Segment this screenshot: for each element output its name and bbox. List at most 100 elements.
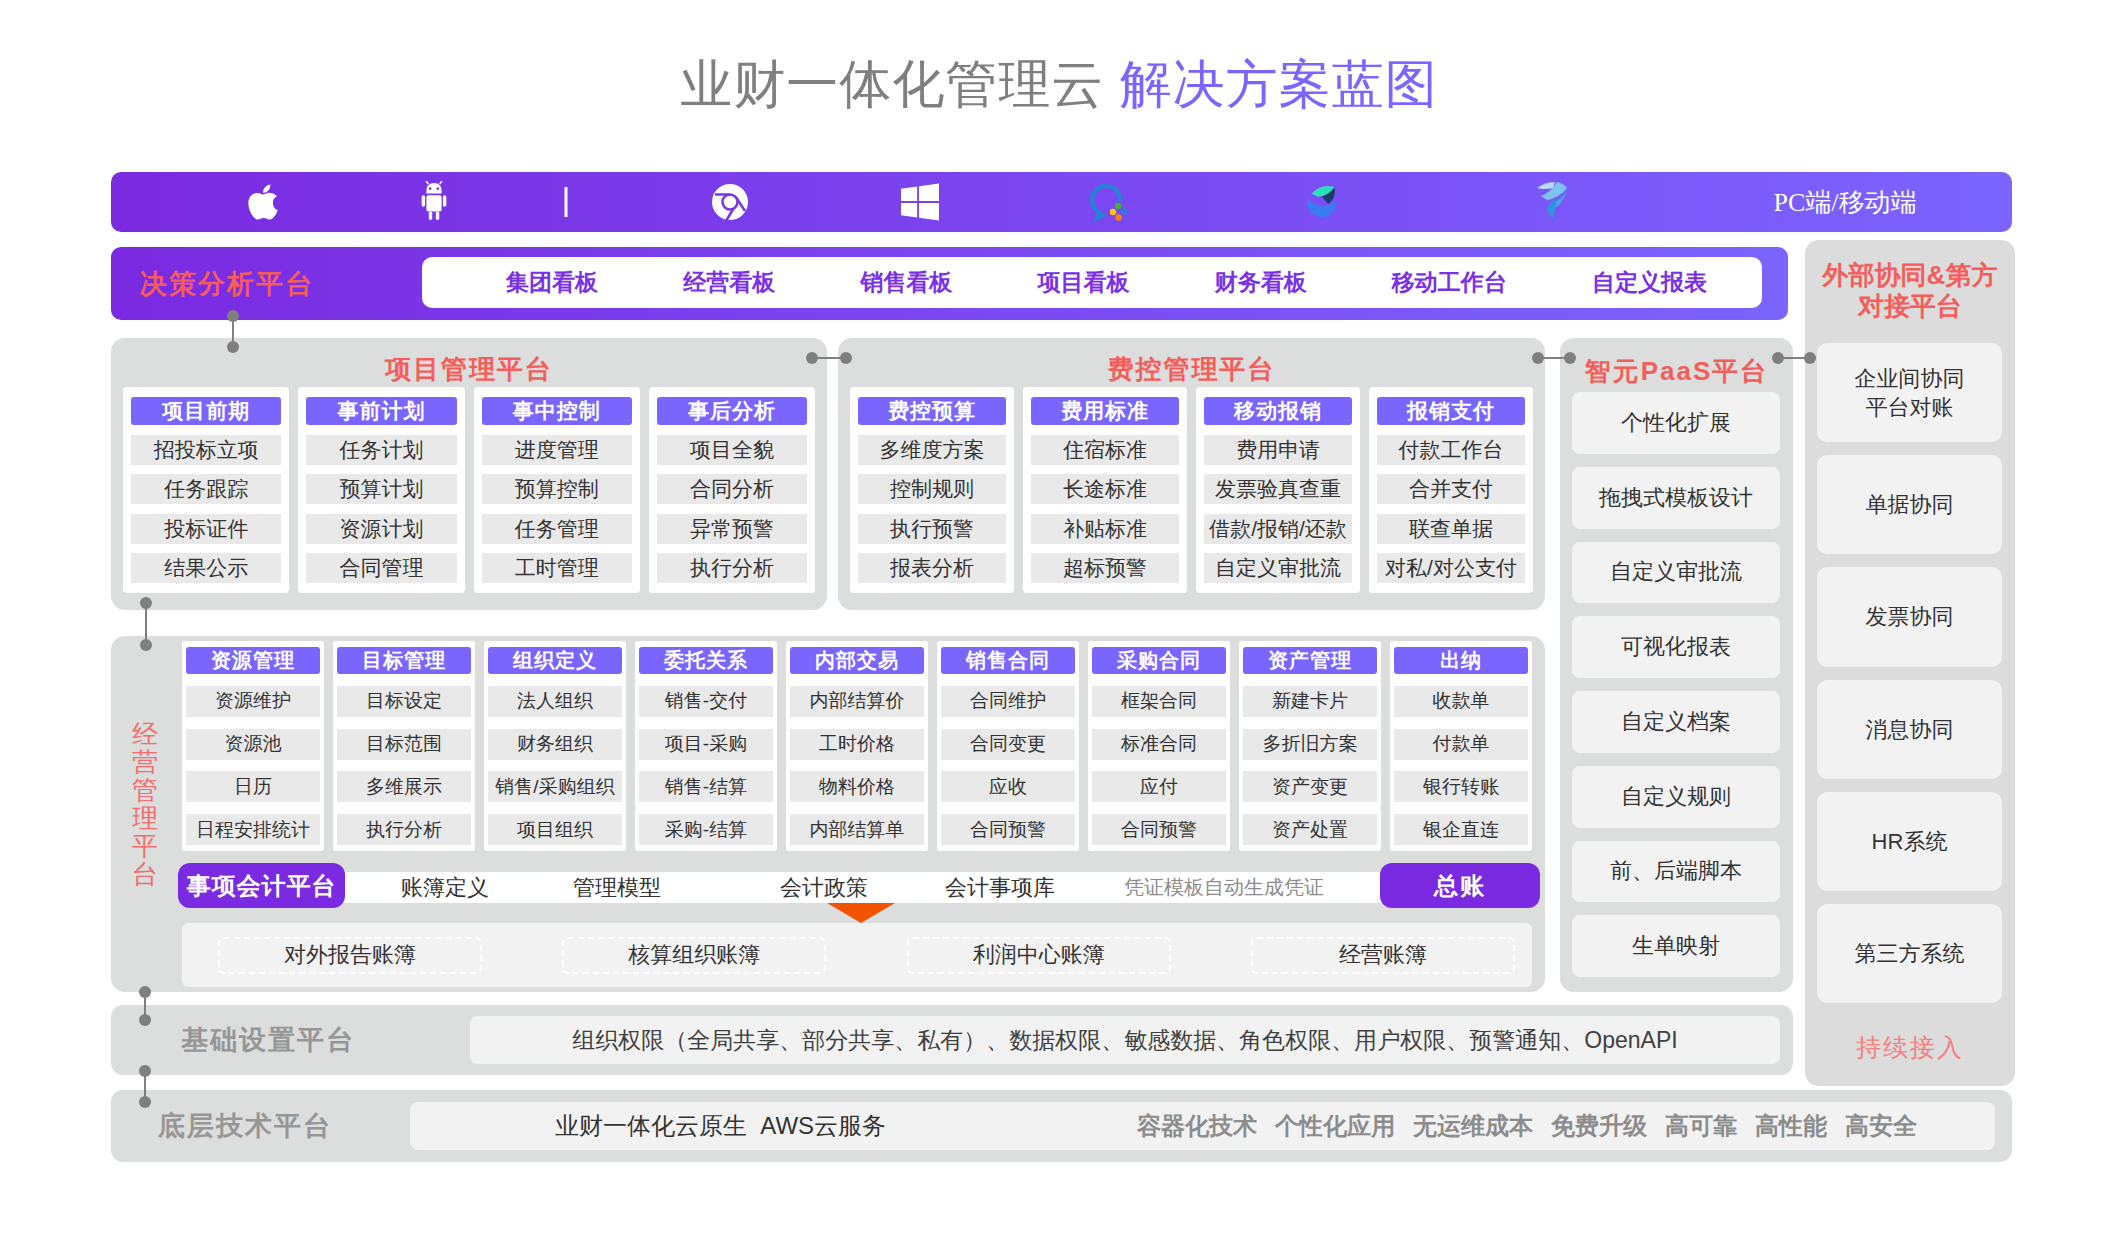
accounting-item[interactable]: 管理模型 (573, 872, 661, 903)
column-item[interactable]: 目标设定 (337, 686, 471, 717)
column-item[interactable]: 执行预警 (858, 514, 1006, 544)
column-item[interactable]: 执行分析 (657, 553, 807, 583)
column-item[interactable]: 采购-结算 (639, 814, 773, 845)
paas-item[interactable]: 自定义规则 (1572, 766, 1780, 828)
external-item[interactable]: 第三方系统 (1817, 904, 2002, 1003)
column-item[interactable]: 预算控制 (482, 474, 632, 504)
column-item[interactable]: 付款单 (1394, 729, 1528, 760)
column-item[interactable]: 物料价格 (790, 771, 924, 802)
column-item[interactable]: 资源维护 (186, 686, 320, 717)
external-item[interactable]: HR系统 (1817, 792, 2002, 891)
dashboard-tab[interactable]: 财务看板 (1215, 267, 1307, 298)
dashboard-tab[interactable]: 项目看板 (1037, 267, 1129, 298)
column-item[interactable]: 项目全貌 (657, 435, 807, 465)
column-item[interactable]: 收款单 (1394, 686, 1528, 717)
paas-item[interactable]: 生单映射 (1572, 915, 1780, 977)
external-item[interactable]: 单据协同 (1817, 455, 2002, 554)
dashboard-tab[interactable]: 集团看板 (506, 267, 598, 298)
column-item[interactable]: 合同预警 (1092, 814, 1226, 845)
column-item[interactable]: 合同预警 (941, 814, 1075, 845)
column-item[interactable]: 报表分析 (858, 553, 1006, 583)
column-item[interactable]: 合同分析 (657, 474, 807, 504)
column-item[interactable]: 控制规则 (858, 474, 1006, 504)
account-book[interactable]: 核算组织账簿 (562, 937, 826, 974)
column-item[interactable]: 费用申请 (1204, 435, 1352, 465)
column-item[interactable]: 招投标立项 (131, 435, 281, 465)
column-item[interactable]: 执行分析 (337, 814, 471, 845)
paas-item[interactable]: 拖拽式模板设计 (1572, 467, 1780, 529)
account-book[interactable]: 经营账簿 (1251, 937, 1515, 974)
column-item[interactable]: 工时价格 (790, 729, 924, 760)
column-item[interactable]: 借款/报销/还款 (1204, 514, 1352, 544)
account-book[interactable]: 利润中心账簿 (907, 937, 1171, 974)
column-item[interactable]: 银行转账 (1394, 771, 1528, 802)
external-item[interactable]: 企业间协同平台对账 (1817, 343, 2002, 442)
column-item[interactable]: 项目组织 (488, 814, 622, 845)
dashboard-tab[interactable]: 自定义报表 (1592, 267, 1707, 298)
column-item[interactable]: 发票验真查重 (1204, 474, 1352, 504)
column-item[interactable]: 应付 (1092, 771, 1226, 802)
column-item[interactable]: 银企直连 (1394, 814, 1528, 845)
paas-item[interactable]: 前、后端脚本 (1572, 841, 1780, 903)
column-item[interactable]: 销售-结算 (639, 771, 773, 802)
column-item[interactable]: 多维度方案 (858, 435, 1006, 465)
column-item[interactable]: 付款工作台 (1377, 435, 1525, 465)
dashboard-tab[interactable]: 移动工作台 (1392, 267, 1507, 298)
column-item[interactable]: 补贴标准 (1031, 514, 1179, 544)
paas-item[interactable]: 自定义档案 (1572, 691, 1780, 753)
column-item[interactable]: 法人组织 (488, 686, 622, 717)
column-item[interactable]: 合同维护 (941, 686, 1075, 717)
column-item[interactable]: 结果公示 (131, 553, 281, 583)
column-item[interactable]: 项目-采购 (639, 729, 773, 760)
dashboard-tab[interactable]: 经营看板 (683, 267, 775, 298)
column-item[interactable]: 进度管理 (482, 435, 632, 465)
column-item[interactable]: 日程安排统计 (186, 814, 320, 845)
column-item[interactable]: 自定义审批流 (1204, 553, 1352, 583)
column-item[interactable]: 合同变更 (941, 729, 1075, 760)
column-item[interactable]: 任务跟踪 (131, 474, 281, 504)
column-item[interactable]: 多维展示 (337, 771, 471, 802)
column-item[interactable]: 异常预警 (657, 514, 807, 544)
account-book[interactable]: 对外报告账簿 (218, 937, 482, 974)
accounting-item[interactable]: 账簿定义 (401, 872, 489, 903)
column-item[interactable]: 资源计划 (306, 514, 456, 544)
paas-item[interactable]: 自定义审批流 (1572, 542, 1780, 604)
column-item[interactable]: 联查单据 (1377, 514, 1525, 544)
column-item[interactable]: 日历 (186, 771, 320, 802)
column-item[interactable]: 应收 (941, 771, 1075, 802)
column-item[interactable]: 预算计划 (306, 474, 456, 504)
accounting-item[interactable]: 会计事项库 (945, 872, 1055, 903)
column-item[interactable]: 超标预警 (1031, 553, 1179, 583)
column-item[interactable]: 框架合同 (1092, 686, 1226, 717)
column-item[interactable]: 对私/对公支付 (1377, 553, 1525, 583)
column-item[interactable]: 投标证件 (131, 514, 281, 544)
column-item[interactable]: 新建卡片 (1243, 686, 1377, 717)
column-item[interactable]: 资源池 (186, 729, 320, 760)
column-item[interactable]: 资产处置 (1243, 814, 1377, 845)
external-item[interactable]: 发票协同 (1817, 567, 2002, 666)
event-accounting-platform-button[interactable]: 事项会计平台 (178, 863, 345, 908)
paas-item[interactable]: 个性化扩展 (1572, 392, 1780, 454)
column-item[interactable]: 长途标准 (1031, 474, 1179, 504)
external-item[interactable]: 消息协同 (1817, 680, 2002, 779)
column-item[interactable]: 内部结算单 (790, 814, 924, 845)
column-item[interactable]: 任务计划 (306, 435, 456, 465)
column-item[interactable]: 多折旧方案 (1243, 729, 1377, 760)
paas-item[interactable]: 可视化报表 (1572, 616, 1780, 678)
column-item[interactable]: 标准合同 (1092, 729, 1226, 760)
column-item[interactable]: 资产变更 (1243, 771, 1377, 802)
accounting-item[interactable]: 会计政策 (780, 872, 868, 903)
column-item[interactable]: 目标范围 (337, 729, 471, 760)
connector-dot (140, 639, 152, 651)
column-item[interactable]: 工时管理 (482, 553, 632, 583)
column-item[interactable]: 合并支付 (1377, 474, 1525, 504)
column-item[interactable]: 销售-交付 (639, 686, 773, 717)
column-item[interactable]: 内部结算价 (790, 686, 924, 717)
column-item[interactable]: 任务管理 (482, 514, 632, 544)
column-item[interactable]: 财务组织 (488, 729, 622, 760)
dashboard-tab[interactable]: 销售看板 (860, 267, 952, 298)
general-ledger-button[interactable]: 总账 (1380, 863, 1540, 908)
column-item[interactable]: 销售/采购组织 (488, 771, 622, 802)
column-item[interactable]: 合同管理 (306, 553, 456, 583)
column-item[interactable]: 住宿标准 (1031, 435, 1179, 465)
